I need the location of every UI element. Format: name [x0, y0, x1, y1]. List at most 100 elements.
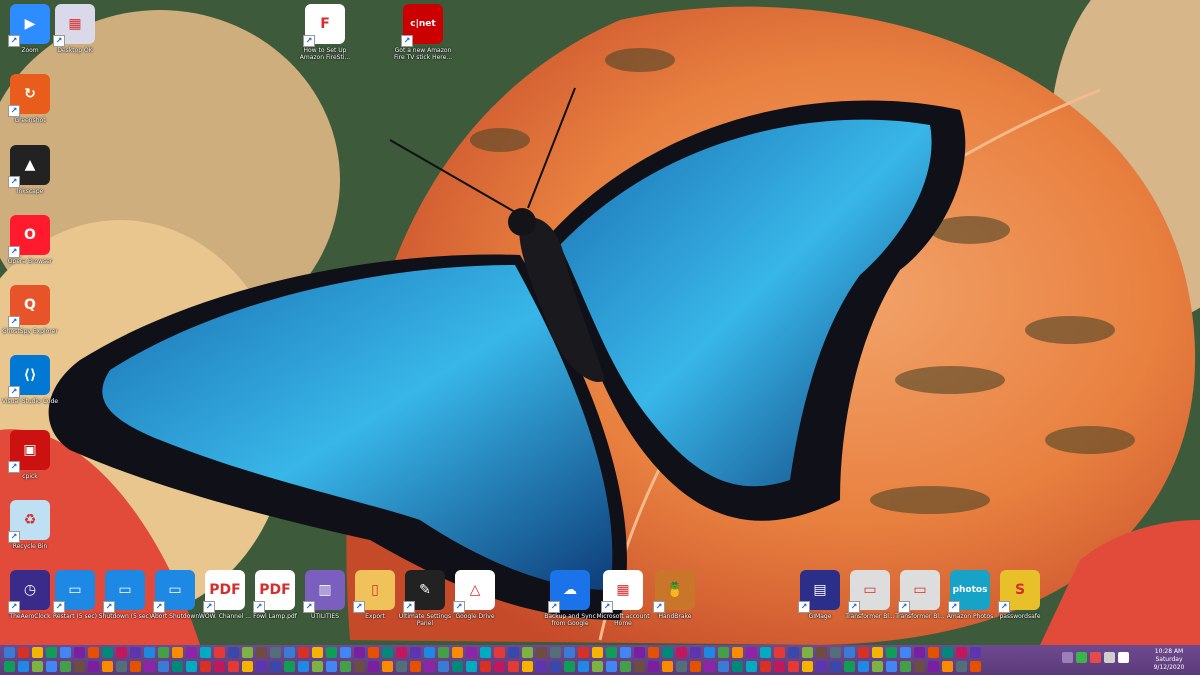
taskbar-pinned-app-icon[interactable] [844, 647, 855, 658]
taskbar-pinned-app-icon[interactable] [60, 661, 71, 672]
desktop-icon-cpick[interactable]: ▣ ↗ cpick [0, 430, 60, 480]
taskbar-pinned-app-icon[interactable] [550, 661, 561, 672]
taskbar-pinned-app-icon[interactable] [886, 647, 897, 658]
taskbar-pinned-app-icon[interactable] [452, 661, 463, 672]
taskbar-pinned-app-icon[interactable] [466, 661, 477, 672]
taskbar-pinned-app-icon[interactable] [746, 647, 757, 658]
taskbar-pinned-app-icon[interactable] [354, 647, 365, 658]
taskbar-pinned-app-icon[interactable] [32, 661, 43, 672]
taskbar-pinned-app-icon[interactable] [186, 661, 197, 672]
taskbar-pinned-app-icon[interactable] [704, 647, 715, 658]
taskbar-pinned-app-icon[interactable] [340, 661, 351, 672]
taskbar-pinned-app-icon[interactable] [760, 661, 771, 672]
taskbar-pinned-app-icon[interactable] [970, 661, 981, 672]
taskbar-pinned-app-icon[interactable] [956, 661, 967, 672]
taskbar-pinned-app-icon[interactable] [858, 647, 869, 658]
taskbar-pinned-app-icon[interactable] [130, 661, 141, 672]
taskbar-pinned-app-icon[interactable] [130, 647, 141, 658]
taskbar-pinned-app-icon[interactable] [382, 647, 393, 658]
desktop-icon-desktop-ok[interactable]: ▦ ↗ Desktop OK [45, 4, 105, 54]
taskbar-pinned-app-icon[interactable] [438, 661, 449, 672]
taskbar-pinned-app-icon[interactable] [214, 647, 225, 658]
taskbar-pinned-app-icon[interactable] [480, 647, 491, 658]
taskbar-pinned-app-icon[interactable] [648, 661, 659, 672]
taskbar-pinned-app-icon[interactable] [214, 661, 225, 672]
taskbar-pinned-app-icon[interactable] [242, 647, 253, 658]
taskbar-pinned-app-icon[interactable] [200, 661, 211, 672]
taskbar-pinned-app-icon[interactable] [872, 647, 883, 658]
taskbar-pinned-app-icon[interactable] [914, 661, 925, 672]
taskbar-pinned-app-icon[interactable] [564, 661, 575, 672]
taskbar-pinned-app-icon[interactable] [508, 647, 519, 658]
taskbar-pinned-app-icon[interactable] [102, 647, 113, 658]
desktop-icon-inkscape[interactable]: ▲ ↗ Inkscape [0, 145, 60, 195]
taskbar-pinned-app-icon[interactable] [536, 647, 547, 658]
taskbar-pinned-app-icon[interactable] [228, 647, 239, 658]
taskbar-pinned-app-icon[interactable] [578, 647, 589, 658]
taskbar-pinned-app-icon[interactable] [704, 661, 715, 672]
desktop-icon-how-to-setup-firestick[interactable]: F ↗ How to Set Up Amazon FireSti... [295, 4, 355, 61]
taskbar-pinned-app-icon[interactable] [18, 647, 29, 658]
taskbar-pinned-app-icon[interactable] [578, 661, 589, 672]
taskbar-pinned-app-icon[interactable] [648, 647, 659, 658]
taskbar-pinned-app-icon[interactable] [424, 661, 435, 672]
desktop-icon-opera-browser[interactable]: O ↗ Opera Browser [0, 215, 60, 265]
taskbar-pinned-app-icon[interactable] [830, 647, 841, 658]
taskbar-pinned-app-icon[interactable] [928, 647, 939, 658]
taskbar-pinned-app-icon[interactable] [760, 647, 771, 658]
taskbar-pinned-app-icon[interactable] [466, 647, 477, 658]
taskbar-pinned-app-icon[interactable] [788, 647, 799, 658]
taskbar-pinned-app-icon[interactable] [788, 661, 799, 672]
start-windows-icon[interactable] [4, 661, 15, 672]
taskbar-pinned-app-icon[interactable] [746, 661, 757, 672]
taskbar-pinned-app-icon[interactable] [102, 661, 113, 672]
taskbar-pinned-app-icon[interactable] [144, 661, 155, 672]
taskbar-pinned-app-icon[interactable] [606, 647, 617, 658]
desktop-icon-google-drive[interactable]: △ ↗ Google Drive [445, 570, 505, 620]
taskbar-pinned-app-icon[interactable] [116, 661, 127, 672]
taskbar-pinned-app-icon[interactable] [284, 661, 295, 672]
desktop-icon-backup-sync[interactable]: ☁ ↗ Backup and Sync from Google [540, 570, 600, 627]
taskbar-pinned-app-icon[interactable] [732, 647, 743, 658]
taskbar-pinned-app-icon[interactable] [144, 647, 155, 658]
taskbar-pinned-app-icon[interactable] [46, 661, 57, 672]
taskbar-pinned-app-icon[interactable] [200, 647, 211, 658]
taskbar-pinned-app-icon[interactable] [312, 661, 323, 672]
taskbar-pinned-app-icon[interactable] [368, 661, 379, 672]
taskbar-pinned-app-icon[interactable] [970, 647, 981, 658]
taskbar-pinned-app-icon[interactable] [172, 661, 183, 672]
desktop-icon-handbrake[interactable]: 🍍 ↗ HandBrake [645, 570, 705, 620]
taskbar-pinned-app-icon[interactable] [774, 647, 785, 658]
taskbar-pinned-app-icon[interactable] [928, 661, 939, 672]
taskbar-pinned-app-icon[interactable] [802, 661, 813, 672]
taskbar-pinned-app-icon[interactable] [60, 647, 71, 658]
taskbar-pinned-app-icon[interactable] [690, 647, 701, 658]
taskbar-pinned-app-icon[interactable] [438, 647, 449, 658]
taskbar-pinned-app-icon[interactable] [676, 661, 687, 672]
taskbar-pinned-app-icon[interactable] [228, 661, 239, 672]
taskbar-pinned-app-icon[interactable] [942, 661, 953, 672]
desktop-icon-passwordsafe[interactable]: S ↗ passwordsafe [990, 570, 1050, 620]
taskbar-pinned-app-icon[interactable] [816, 647, 827, 658]
taskbar-pinned-app-icon[interactable] [662, 647, 673, 658]
taskbar-pinned-app-icon[interactable] [284, 647, 295, 658]
taskbar-pinned-app-icon[interactable] [172, 647, 183, 658]
taskbar-pinned-app-icon[interactable] [662, 661, 673, 672]
taskbar-pinned-app-icon[interactable] [942, 647, 953, 658]
tray-network-icon[interactable] [1076, 652, 1087, 663]
taskbar-pinned-app-icon[interactable] [774, 661, 785, 672]
desktop-icon-microsoft-account[interactable]: ▦ ↗ Microsoft account Home [593, 570, 653, 627]
taskbar-pinned-app-icon[interactable] [382, 661, 393, 672]
taskbar-pinned-app-icon[interactable] [88, 647, 99, 658]
taskbar-pinned-app-icon[interactable] [256, 661, 267, 672]
taskbar-pinned-app-icon[interactable] [116, 647, 127, 658]
taskbar-pinned-app-icon[interactable] [270, 661, 281, 672]
desktop-icon-ghostery[interactable]: Q ↗ GhostSpy Explorer [0, 285, 60, 335]
taskbar-pinned-app-icon[interactable] [858, 661, 869, 672]
tray-speaker-icon[interactable] [1104, 652, 1115, 663]
tray-battery-icon[interactable] [1118, 652, 1129, 663]
taskbar-pinned-app-icon[interactable] [354, 661, 365, 672]
taskbar-pinned-app-icon[interactable] [494, 661, 505, 672]
taskbar-pinned-app-icon[interactable] [298, 647, 309, 658]
taskbar-pinned-app-icon[interactable] [844, 661, 855, 672]
